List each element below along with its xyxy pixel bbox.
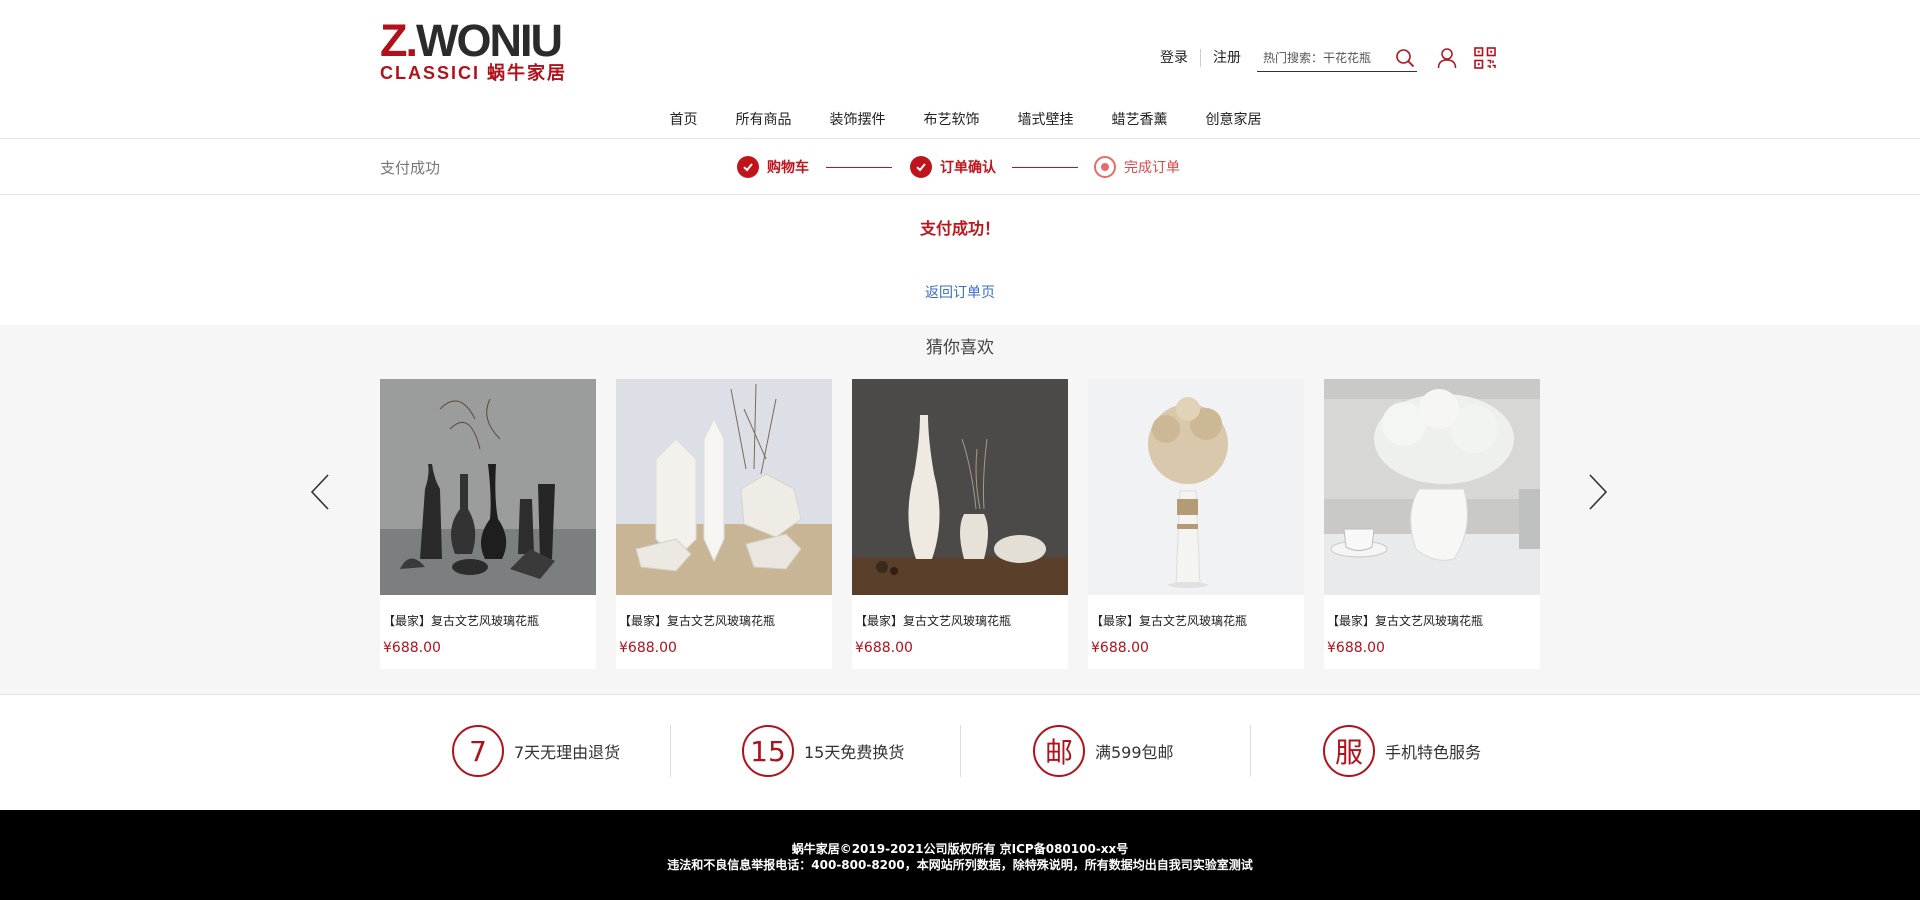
- copyright-text: 蜗牛家居©2019-2021公司版权所有 京ICP备080100-xx号: [791, 842, 1129, 856]
- nav-item-wall[interactable]: 墙式壁挂: [1018, 108, 1074, 132]
- logo-subtitle: CLASSICI 蜗牛家居: [380, 63, 568, 83]
- register-link[interactable]: 注册: [1201, 49, 1253, 67]
- back-link-wrap: 返回订单页: [0, 282, 1920, 302]
- product-name: 【最家】复古文艺风玻璃花瓶: [1091, 614, 1248, 628]
- product-card[interactable]: 【最家】复古文艺风玻璃花瓶 ¥688.00: [380, 379, 596, 669]
- step-connector: [1012, 167, 1078, 168]
- nav-item-candle[interactable]: 蜡艺香薰: [1112, 108, 1168, 132]
- search-input[interactable]: [1257, 50, 1385, 65]
- site-header: Z.WONIU CLASSICI 蜗牛家居 登录 注册 首页 所有商品 装饰摆件…: [0, 0, 1920, 139]
- service-label: 15天免费换货: [804, 743, 905, 762]
- product-name: 【最家】复古文艺风玻璃花瓶: [1327, 614, 1484, 628]
- chevron-right-icon[interactable]: [1583, 467, 1613, 517]
- service-mobile: 服 手机特色服务: [1323, 725, 1481, 777]
- step-confirm: 订单确认: [910, 156, 996, 178]
- service-shipping: 邮 满599包邮: [1033, 725, 1174, 777]
- qrcode-icon[interactable]: [1473, 46, 1497, 70]
- step-label: 完成订单: [1124, 160, 1180, 176]
- brand-logo[interactable]: Z.WONIU CLASSICI 蜗牛家居: [380, 15, 565, 84]
- service-divider: [960, 725, 961, 777]
- step-complete: 完成订单: [1094, 156, 1180, 178]
- product-price: ¥688.00: [1091, 640, 1149, 656]
- product-card[interactable]: 【最家】复古文艺风玻璃花瓶 ¥688.00: [616, 379, 832, 669]
- service-label: 满599包邮: [1095, 743, 1174, 762]
- product-image: [380, 379, 596, 595]
- product-price: ¥688.00: [855, 640, 913, 656]
- user-icon[interactable]: [1435, 46, 1459, 70]
- payment-success-message: 支付成功！: [919, 219, 1000, 238]
- recommend-section: 猜你喜欢 【最家】复古文艺风玻璃花瓶 ¥688.00 【最家】复古文艺风玻璃花瓶…: [0, 325, 1920, 695]
- product-carousel: 【最家】复古文艺风玻璃花瓶 ¥688.00 【最家】复古文艺风玻璃花瓶 ¥688…: [380, 379, 1540, 669]
- product-name: 【最家】复古文艺风玻璃花瓶: [855, 614, 1012, 628]
- login-link[interactable]: 登录: [1148, 49, 1201, 67]
- service-label: 7天无理由退货: [514, 743, 621, 762]
- service-guarantees: 7 7天无理由退货 15 15天免费换货 邮 满599包邮 服 手机特色服务: [0, 696, 1920, 809]
- check-icon: [737, 156, 759, 178]
- service-label: 手机特色服务: [1385, 743, 1482, 762]
- page-title: 支付成功: [380, 159, 441, 177]
- product-image: [852, 379, 1068, 595]
- free-shipping-icon: 邮: [1033, 725, 1085, 777]
- step-connector: [826, 167, 892, 168]
- product-price: ¥688.00: [383, 640, 441, 656]
- product-image: [616, 379, 832, 595]
- customer-service-icon: 服: [1323, 725, 1375, 777]
- main-nav: 首页 所有商品 装饰摆件 布艺软饰 墙式壁挂 蜡艺香薰 创意家居: [0, 108, 1920, 132]
- service-exchange: 15 15天免费换货: [742, 725, 904, 777]
- nav-item-decor[interactable]: 装饰摆件: [830, 108, 886, 132]
- step-label: 购物车: [767, 160, 809, 176]
- order-steps-bar: 支付成功 购物车 订单确认 完成订单: [0, 140, 1920, 195]
- service-divider: [670, 725, 671, 777]
- search-icon[interactable]: [1393, 46, 1417, 70]
- site-footer: 蜗牛家居©2019-2021公司版权所有 京ICP备080100-xx号 违法和…: [0, 810, 1920, 900]
- step-cart: 购物车: [737, 156, 809, 178]
- top-actions: 登录 注册: [1148, 44, 1497, 72]
- product-card[interactable]: 【最家】复古文艺风玻璃花瓶 ¥688.00: [1324, 379, 1540, 669]
- logo-wordmark: Z.WONIU: [380, 15, 563, 66]
- product-image: [1088, 379, 1304, 595]
- product-price: ¥688.00: [619, 640, 677, 656]
- report-text: 违法和不良信息举报电话：400-800-8200，本网站所列数据，除特殊说明，所…: [667, 858, 1253, 872]
- product-card[interactable]: 【最家】复古文艺风玻璃花瓶 ¥688.00: [1088, 379, 1304, 669]
- check-icon: [910, 156, 932, 178]
- search-box: [1257, 44, 1417, 72]
- recommend-title: 猜你喜欢: [926, 338, 994, 358]
- current-step-icon: [1094, 156, 1116, 178]
- seven-day-return-icon: 7: [452, 725, 504, 777]
- product-name: 【最家】复古文艺风玻璃花瓶: [383, 614, 540, 628]
- service-return: 7 7天无理由退货: [452, 725, 620, 777]
- fifteen-day-exchange-icon: 15: [742, 725, 794, 777]
- product-price: ¥688.00: [1327, 640, 1385, 656]
- nav-item-all-products[interactable]: 所有商品: [736, 108, 792, 132]
- chevron-left-icon[interactable]: [305, 467, 335, 517]
- service-divider: [1250, 725, 1251, 777]
- product-card[interactable]: 【最家】复古文艺风玻璃花瓶 ¥688.00: [852, 379, 1068, 669]
- step-label: 订单确认: [940, 160, 996, 176]
- product-name: 【最家】复古文艺风玻璃花瓶: [619, 614, 776, 628]
- nav-item-creative[interactable]: 创意家居: [1206, 108, 1262, 132]
- nav-item-home[interactable]: 首页: [670, 108, 698, 132]
- nav-item-fabric[interactable]: 布艺软饰: [924, 108, 980, 132]
- product-image: [1324, 379, 1540, 595]
- back-to-orders-link[interactable]: 返回订单页: [925, 285, 995, 301]
